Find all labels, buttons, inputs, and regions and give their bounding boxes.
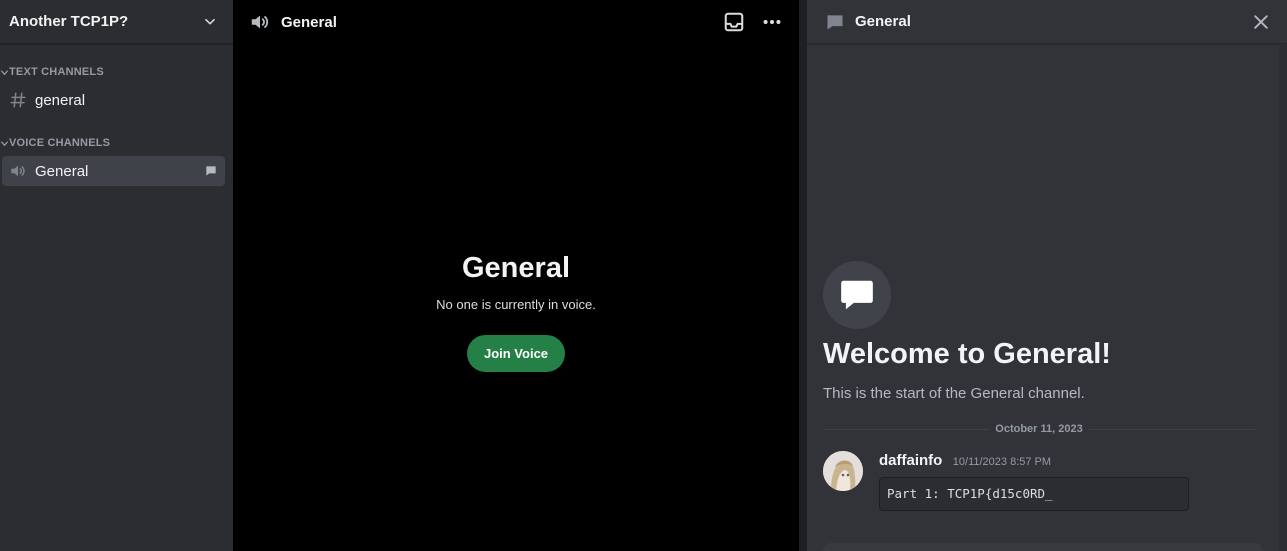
inbox-icon[interactable] [723, 11, 745, 33]
hashtag-icon [10, 92, 26, 108]
chat-scrollbar[interactable] [1279, 44, 1287, 551]
category-label: TEXT CHANNELS [9, 66, 104, 78]
chat-header: General [807, 0, 1287, 44]
code-block: Part 1: TCP1P{d15c0RD_ [879, 477, 1189, 511]
stage-empty-state: General No one is currently in voice. Jo… [233, 252, 799, 372]
chat-bubble-icon [827, 14, 843, 29]
channel-item-general-text[interactable]: general [2, 85, 225, 115]
channel-item-general-voice[interactable]: General [2, 156, 225, 186]
message-timestamp: 10/11/2023 8:57 PM [952, 456, 1052, 468]
stage-status: No one is currently in voice. [436, 297, 596, 312]
channel-name: general [35, 91, 86, 109]
open-chat-icon[interactable] [204, 164, 218, 178]
join-voice-button[interactable]: Join Voice [466, 335, 566, 372]
stage-heading: General [462, 252, 570, 284]
server-name: Another TCP1P? [9, 13, 129, 30]
speaker-icon [11, 165, 25, 177]
channel-name: General [35, 162, 89, 180]
category-label: VOICE CHANNELS [9, 137, 111, 149]
panel-divider[interactable] [799, 0, 807, 551]
voice-stage: General General No one is currently in v… [233, 0, 799, 551]
server-header[interactable]: Another TCP1P? [0, 0, 233, 44]
divider-line [1088, 428, 1256, 430]
welcome-badge [823, 261, 891, 329]
caret-down-icon [0, 69, 9, 75]
message-composer[interactable] [823, 543, 1263, 551]
stage-header: General [233, 0, 799, 44]
stage-title: General [281, 13, 337, 31]
message-author[interactable]: daffainfo [879, 452, 942, 469]
more-options-icon[interactable] [761, 11, 783, 33]
close-icon[interactable] [1251, 12, 1271, 32]
caret-down-icon [0, 140, 9, 146]
category-voice-channels[interactable]: VOICE CHANNELS [0, 136, 233, 150]
welcome-title: Welcome to General! [823, 338, 1111, 370]
message-header: daffainfo 10/11/2023 8:57 PM [879, 452, 1051, 470]
date-divider: October 11, 2023 [823, 422, 1256, 436]
date-label: October 11, 2023 [995, 423, 1083, 435]
category-text-channels[interactable]: TEXT CHANNELS [0, 65, 233, 79]
channel-sidebar: Another TCP1P? TEXT CHANNELS general VOI… [0, 0, 233, 551]
avatar[interactable] [823, 451, 863, 491]
chat-panel: General Welcome to General! This is the … [807, 0, 1287, 551]
chevron-down-icon[interactable] [203, 15, 217, 29]
chat-bubble-icon [841, 280, 873, 310]
welcome-subtitle: This is the start of the General channel… [823, 385, 1085, 402]
speaker-icon [251, 15, 269, 29]
chat-title: General [855, 13, 911, 30]
divider-line [823, 428, 990, 430]
